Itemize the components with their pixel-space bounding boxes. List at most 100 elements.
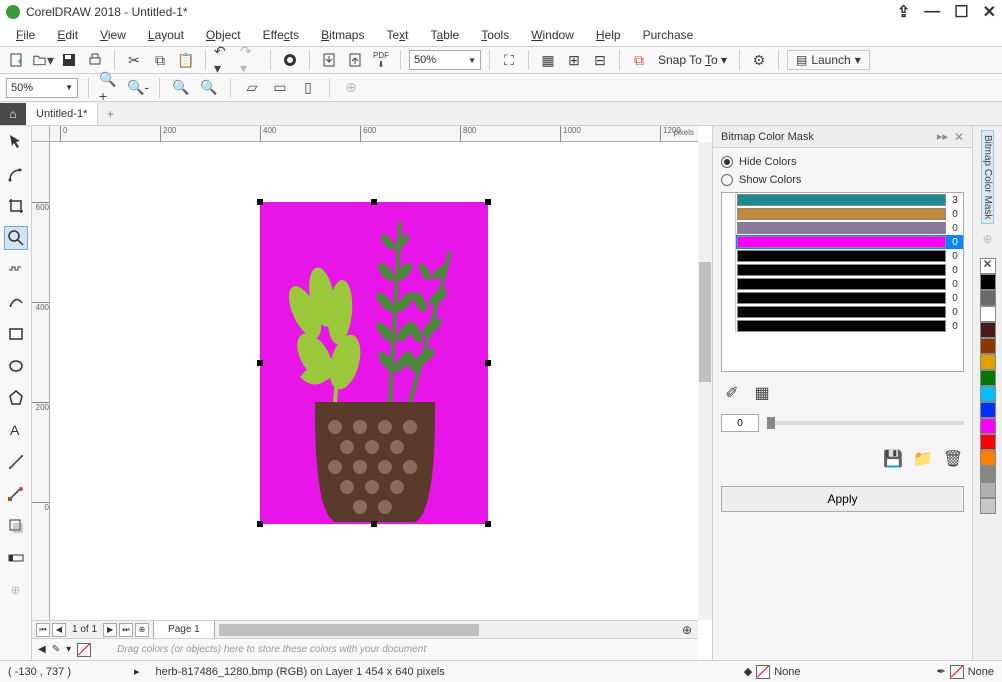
palette-swatch[interactable] xyxy=(980,386,996,402)
search-button[interactable] xyxy=(279,49,301,71)
polygon-tool[interactable] xyxy=(4,386,28,410)
palette-swatch[interactable] xyxy=(980,450,996,466)
undo-button[interactable]: ↶ ▾ xyxy=(214,49,236,71)
apply-button[interactable]: Apply xyxy=(721,486,964,512)
color-mask-row[interactable]: 0 xyxy=(722,277,963,291)
transparency-tool[interactable] xyxy=(4,546,28,570)
selection-handle[interactable] xyxy=(371,521,377,527)
palette-swatch[interactable] xyxy=(980,290,996,306)
palette-no-color[interactable] xyxy=(980,258,996,274)
zoom-level-combo[interactable]: 50%▼ xyxy=(6,78,78,98)
new-button[interactable]: + xyxy=(6,49,28,71)
show-colors-radio[interactable]: Show Colors xyxy=(721,174,964,186)
text-tool[interactable]: A xyxy=(4,418,28,442)
zoom-tool[interactable] xyxy=(4,226,28,250)
cut-button[interactable]: ✂ xyxy=(123,49,145,71)
maximize-button[interactable]: ☐ xyxy=(954,2,968,22)
page-tab[interactable]: Page 1 xyxy=(153,621,215,638)
docker-collapse-icon[interactable]: ▸▸ xyxy=(937,130,948,143)
color-mask-list[interactable]: 3000000000 xyxy=(721,192,964,372)
color-mask-row[interactable]: 0 xyxy=(722,263,963,277)
minimize-button[interactable]: — xyxy=(924,3,940,21)
fullscreen-button[interactable]: ⛶ xyxy=(498,49,520,71)
zoom-height-button[interactable]: ▯ xyxy=(297,77,319,99)
home-tab-icon[interactable]: ⌂ xyxy=(0,103,26,125)
palette-swatch[interactable] xyxy=(980,370,996,386)
grid2-button[interactable]: ⊞ xyxy=(563,49,585,71)
open-button[interactable]: ▾ xyxy=(32,49,54,71)
redo-button[interactable]: ↷ ▾ xyxy=(240,49,262,71)
rectangle-tool[interactable] xyxy=(4,322,28,346)
page-first-button[interactable]: ⏮ xyxy=(36,623,50,637)
tolerance-input[interactable] xyxy=(721,414,759,432)
menu-object[interactable]: Object xyxy=(198,26,249,44)
color-drop-bar[interactable]: ◀ ✎ ▾ Drag colors (or objects) here to s… xyxy=(32,638,698,660)
zoom-combo[interactable]: 50%▼ xyxy=(409,50,481,70)
coords-expand-icon[interactable]: ▸ xyxy=(134,665,140,678)
zoom-selection-button[interactable]: 🔍 xyxy=(170,77,192,99)
palette-swatch[interactable] xyxy=(980,498,996,514)
page-prev-button[interactable]: ◀ xyxy=(52,623,66,637)
eyedropper-icon[interactable]: ✎ xyxy=(52,644,60,655)
pdf-button[interactable]: PDF⬇ xyxy=(370,49,392,71)
page-add-button[interactable]: ⊕ xyxy=(135,623,149,637)
ruler-corner[interactable] xyxy=(32,126,50,142)
selection-handle[interactable] xyxy=(485,521,491,527)
ellipse-tool[interactable] xyxy=(4,354,28,378)
page-last-button[interactable]: ⏭ xyxy=(119,623,133,637)
selection-handle[interactable] xyxy=(485,360,491,366)
add-tab-button[interactable]: + xyxy=(100,104,120,124)
canvas[interactable] xyxy=(50,142,698,620)
color-mask-row[interactable]: 0 xyxy=(722,221,963,235)
palette-swatch[interactable] xyxy=(980,434,996,450)
drop-shadow-tool[interactable] xyxy=(4,514,28,538)
crop-tool[interactable] xyxy=(4,194,28,218)
import-button[interactable] xyxy=(318,49,340,71)
open-mask-icon[interactable]: 📁 xyxy=(912,448,934,470)
color-mask-row[interactable]: 0 xyxy=(722,319,963,333)
zoom-all-button[interactable]: 🔍 xyxy=(198,77,220,99)
menu-table[interactable]: Table xyxy=(423,26,468,44)
guides-button[interactable]: ⊟ xyxy=(589,49,611,71)
scrollbar-horizontal[interactable] xyxy=(219,623,672,637)
menu-help[interactable]: Help xyxy=(588,26,629,44)
add-docker-icon[interactable]: ⊕ xyxy=(982,232,992,246)
more-tools[interactable]: ⊕ xyxy=(4,578,28,602)
palette-swatch[interactable] xyxy=(980,306,996,322)
add-button[interactable]: ⊕ xyxy=(340,77,362,99)
palette-swatch[interactable] xyxy=(980,354,996,370)
eyedropper-tool-icon[interactable]: ✐ xyxy=(721,382,743,404)
palette-swatch[interactable] xyxy=(980,338,996,354)
scrollbar-vertical[interactable] xyxy=(698,142,712,620)
color-mask-row[interactable]: 0 xyxy=(722,249,963,263)
selection-handle[interactable] xyxy=(257,360,263,366)
upload-icon[interactable]: ⇪ xyxy=(897,2,910,22)
menu-edit[interactable]: Edit xyxy=(49,26,86,44)
delete-mask-icon[interactable]: 🗑 xyxy=(942,448,964,470)
selection-handle[interactable] xyxy=(485,199,491,205)
palette-swatch[interactable] xyxy=(980,274,996,290)
print-button[interactable] xyxy=(84,49,106,71)
artistic-media-tool[interactable] xyxy=(4,290,28,314)
save-mask-icon[interactable]: 💾 xyxy=(882,448,904,470)
no-fill-icon[interactable] xyxy=(77,643,91,657)
hide-colors-radio[interactable]: Hide Colors xyxy=(721,156,964,168)
ruler-vertical[interactable]: 6004002000 xyxy=(32,142,50,620)
menu-effects[interactable]: Effects xyxy=(255,26,307,44)
palette-swatch[interactable] xyxy=(980,418,996,434)
palette-swatch[interactable] xyxy=(980,466,996,482)
zoom-in-button[interactable]: 🔍+ xyxy=(99,77,121,99)
menu-purchase[interactable]: Purchase xyxy=(635,26,702,44)
snap-icon[interactable]: ⧉ xyxy=(628,49,650,71)
menu-tools[interactable]: Tools xyxy=(473,26,517,44)
menu-bitmaps[interactable]: Bitmaps xyxy=(313,26,372,44)
connector-tool[interactable] xyxy=(4,482,28,506)
copy-button[interactable]: ⧉ xyxy=(149,49,171,71)
menu-view[interactable]: View xyxy=(92,26,134,44)
color-mask-row[interactable]: 0 xyxy=(722,235,963,249)
menu-file[interactable]: File xyxy=(8,26,43,44)
paste-button[interactable]: 📋 xyxy=(175,49,197,71)
color-mask-row[interactable]: 3 xyxy=(722,193,963,207)
parallel-dimension-tool[interactable] xyxy=(4,450,28,474)
color-mask-row[interactable]: 0 xyxy=(722,305,963,319)
